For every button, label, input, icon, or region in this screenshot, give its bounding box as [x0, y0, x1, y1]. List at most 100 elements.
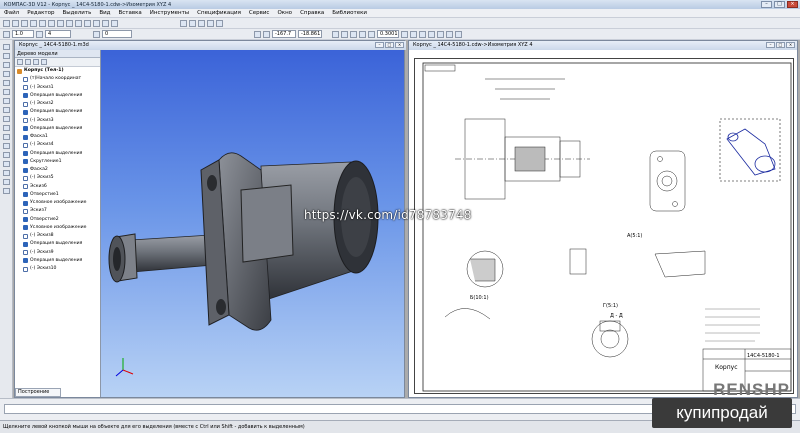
help-icon[interactable]	[111, 19, 118, 27]
tree-item[interactable]: Операция выделения	[17, 240, 100, 248]
drawing-sheet[interactable]: А(5:1) Б(10:1) Г(5:1) Д - Д 14С4-5180-1 …	[414, 58, 794, 394]
menu-libraries[interactable]: Библиотеки	[332, 10, 367, 16]
tree-item[interactable]: Операция выделения	[17, 150, 100, 158]
arrays-icon[interactable]	[2, 170, 10, 176]
spec-icon[interactable]	[2, 107, 10, 113]
menu-edit[interactable]: Редактор	[27, 10, 54, 16]
surfaces-icon[interactable]	[2, 161, 10, 167]
zoom-in-icon[interactable]	[341, 30, 348, 38]
tree-item[interactable]: Операция выделения	[17, 92, 100, 100]
zoom-all-icon[interactable]	[368, 30, 375, 38]
menu-specification[interactable]: Спецификация	[197, 10, 241, 16]
drawing-maximize-button[interactable]: □	[776, 42, 785, 48]
tree-item[interactable]: Эскиз6	[17, 183, 100, 191]
tree-item[interactable]: Отверстие1	[17, 191, 100, 199]
minimize-button[interactable]: –	[761, 1, 772, 8]
tree-item-root[interactable]: Корпус (Тел-1)	[17, 67, 100, 75]
insert-icon[interactable]	[2, 125, 10, 131]
tree-item[interactable]: (-) Эскиз3	[17, 117, 100, 125]
auxiliary-geometry-icon[interactable]	[2, 143, 10, 149]
open-file-icon[interactable]	[12, 19, 19, 27]
copy-icon[interactable]	[48, 19, 55, 27]
tree-item[interactable]: (-) Эскиз5	[17, 174, 100, 182]
model-viewport[interactable]	[101, 50, 404, 397]
grid-icon[interactable]	[180, 19, 187, 27]
model-maximize-button[interactable]: □	[385, 42, 394, 48]
reports-icon[interactable]	[2, 116, 10, 122]
paste-icon[interactable]	[57, 19, 64, 27]
ortho-icon[interactable]	[254, 30, 261, 38]
tree-item[interactable]: Фаска1	[17, 133, 100, 141]
menu-service[interactable]: Сервис	[249, 10, 270, 16]
tree-item[interactable]: Операция выделения	[17, 108, 100, 116]
select-icon[interactable]	[189, 19, 196, 27]
diagnostics-icon[interactable]	[2, 188, 10, 194]
menu-window[interactable]: Окно	[277, 10, 292, 16]
tree-item[interactable]: Условное изображение	[17, 199, 100, 207]
menu-select[interactable]: Выделить	[62, 10, 91, 16]
zoom-out-icon[interactable]	[350, 30, 357, 38]
rotate-icon[interactable]	[410, 30, 417, 38]
tree-item[interactable]: Эскиз7	[17, 207, 100, 215]
cut-icon[interactable]	[39, 19, 46, 27]
scale-field[interactable]: 1.0	[12, 30, 34, 38]
tree-item[interactable]: Скругление1	[17, 158, 100, 166]
zoom-field[interactable]: 0.3001	[377, 30, 399, 38]
tree-item[interactable]: (-) Эскиз8	[17, 232, 100, 240]
save-icon[interactable]	[21, 19, 28, 27]
refresh-icon[interactable]	[332, 30, 339, 38]
tree-item[interactable]: Фаска2	[17, 166, 100, 174]
close-button[interactable]: ×	[787, 1, 798, 8]
coord-y-field[interactable]: -18.861	[298, 30, 322, 38]
features-icon[interactable]	[2, 134, 10, 140]
tree-item[interactable]: (-) Эскиз4	[17, 141, 100, 149]
tab-construction[interactable]: Построение	[15, 388, 61, 397]
redo-icon[interactable]	[75, 19, 82, 27]
undo-icon[interactable]	[66, 19, 73, 27]
curves-icon[interactable]	[2, 152, 10, 158]
tree-item[interactable]: (-) Эскиз10	[17, 265, 100, 273]
model-close-button[interactable]: ×	[395, 42, 404, 48]
drawing-minimize-button[interactable]: –	[766, 42, 775, 48]
tree-item[interactable]: Условное изображение	[17, 224, 100, 232]
dimensions-icon[interactable]	[2, 53, 10, 59]
orientation-icon[interactable]	[419, 30, 426, 38]
layer-icon[interactable]	[36, 30, 43, 38]
menu-file[interactable]: Файл	[4, 10, 19, 16]
menu-tools[interactable]: Инструменты	[150, 10, 189, 16]
measure-icon[interactable]	[198, 19, 205, 27]
tree-item[interactable]: Операция выделения	[17, 257, 100, 265]
coord-x-field[interactable]: -167.7	[272, 30, 296, 38]
parametrization-icon[interactable]	[2, 80, 10, 86]
variables-icon[interactable]	[93, 19, 100, 27]
new-file-icon[interactable]	[3, 19, 10, 27]
tree-item[interactable]: (т)Начало координат	[17, 75, 100, 83]
pan-icon[interactable]	[401, 30, 408, 38]
layer-field[interactable]: 4	[45, 30, 71, 38]
tree-item[interactable]: Операция выделения	[17, 125, 100, 133]
view-icon[interactable]	[3, 30, 10, 38]
hidden-lines-icon[interactable]	[446, 30, 453, 38]
sheet-metal-icon[interactable]	[2, 179, 10, 185]
selection-icon[interactable]	[2, 98, 10, 104]
tree-item[interactable]: Отверстие2	[17, 216, 100, 224]
menu-view[interactable]: Вид	[99, 10, 110, 16]
geometry-icon[interactable]	[2, 44, 10, 50]
maximize-button[interactable]: □	[774, 1, 785, 8]
tree-structure-icon[interactable]	[25, 59, 31, 65]
tree-order-icon[interactable]	[17, 59, 23, 65]
tree-filter-icon[interactable]	[33, 59, 39, 65]
wireframe-icon[interactable]	[437, 30, 444, 38]
model-minimize-button[interactable]: –	[375, 42, 384, 48]
library-manager-icon[interactable]	[102, 19, 109, 27]
designations-icon[interactable]	[2, 62, 10, 68]
perspective-icon[interactable]	[455, 30, 462, 38]
step-field[interactable]: 0	[102, 30, 132, 38]
measurements-icon[interactable]	[2, 89, 10, 95]
tree-item[interactable]: (-) Эскиз1	[17, 84, 100, 92]
step-icon[interactable]	[93, 30, 100, 38]
snap-icon[interactable]	[216, 19, 223, 27]
tree-item[interactable]: (-) Эскиз9	[17, 249, 100, 257]
print-icon[interactable]	[30, 19, 37, 27]
properties-icon[interactable]	[84, 19, 91, 27]
